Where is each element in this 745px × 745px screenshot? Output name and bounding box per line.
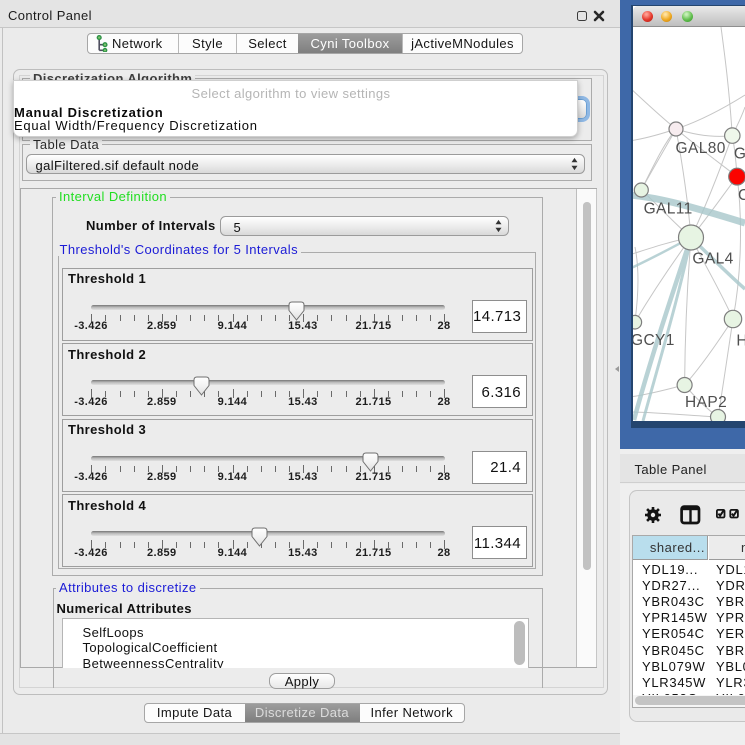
svg-text:GCY1: GCY1 <box>633 332 675 349</box>
svg-text:C: C <box>738 187 745 204</box>
svg-text:GAL4: GAL4 <box>692 251 733 268</box>
svg-text:HAP2: HAP2 <box>685 394 727 411</box>
svg-text:H: H <box>736 333 745 350</box>
svg-text:GA: GA <box>734 146 745 163</box>
svg-text:GAL80: GAL80 <box>676 140 726 157</box>
svg-text:GAL11: GAL11 <box>644 201 693 218</box>
